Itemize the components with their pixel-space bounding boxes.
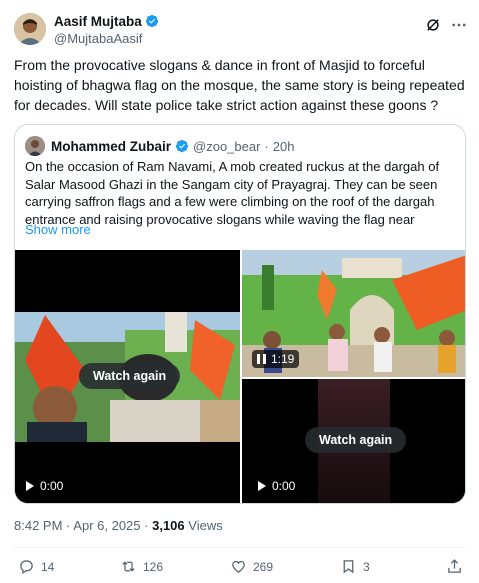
quote-header: Mohammed Zubair @zoo_bear · 20h	[25, 136, 294, 156]
repost-button[interactable]: 126	[120, 558, 163, 575]
video-2-duration[interactable]: 1:19	[252, 350, 300, 368]
watch-again-button[interactable]: Watch again	[79, 363, 181, 389]
views-label: Views	[188, 518, 223, 533]
video-1[interactable]: Watch again 0:00	[15, 250, 240, 503]
quote-separator: ·	[264, 138, 269, 154]
quote-time[interactable]: 20h	[273, 139, 295, 154]
video-1-duration[interactable]: 0:00	[25, 479, 63, 493]
tweet-date[interactable]: Apr 6, 2025	[73, 518, 140, 533]
meta-separator: ·	[66, 518, 71, 533]
tweet-text: From the provocative slogans & dance in …	[14, 57, 465, 113]
like-icon	[232, 560, 245, 573]
video-2[interactable]: 1:19	[242, 250, 465, 377]
meta-separator: ·	[144, 518, 149, 533]
like-button[interactable]: 269	[230, 558, 273, 575]
video-3[interactable]: Watch again 0:00	[242, 379, 465, 503]
grok-icon[interactable]	[424, 16, 442, 34]
quote-avatar[interactable]	[25, 136, 45, 156]
author-avatar[interactable]	[14, 13, 46, 45]
quoted-tweet[interactable]: Mohammed Zubair @zoo_bear · 20h On the o…	[14, 124, 466, 504]
share-icon	[448, 559, 461, 573]
media-grid: Watch again 0:00 1:19 Watch again 0:00	[15, 250, 465, 503]
reply-icon	[20, 560, 33, 575]
show-more-link[interactable]: Show more	[25, 222, 91, 237]
repost-icon	[122, 561, 135, 572]
reply-button[interactable]: 14	[18, 558, 54, 575]
pause-icon	[257, 354, 266, 364]
verified-badge-icon	[175, 139, 189, 153]
tweet-meta: 8:42 PM · Apr 6, 2025 · 3,106 Views	[14, 518, 223, 533]
divider	[14, 547, 466, 548]
more-icon[interactable]	[450, 16, 468, 34]
play-icon	[258, 481, 266, 491]
views-count: 3,106	[152, 518, 185, 533]
author-handle[interactable]: @MujtabaAasif	[54, 31, 159, 46]
verified-badge-icon	[145, 14, 159, 28]
video-3-duration[interactable]: 0:00	[257, 479, 295, 493]
bookmark-icon	[343, 560, 354, 574]
author-info: Aasif Mujtaba @MujtabaAasif	[54, 12, 159, 46]
watch-again-button[interactable]: Watch again	[305, 427, 407, 453]
play-icon	[26, 481, 34, 491]
quote-author-handle[interactable]: @zoo_bear	[193, 139, 260, 154]
bookmark-button[interactable]: 3	[340, 558, 370, 575]
quote-author-name[interactable]: Mohammed Zubair	[51, 139, 171, 154]
share-button[interactable]	[446, 558, 463, 575]
tweet-time[interactable]: 8:42 PM	[14, 518, 62, 533]
action-bar: 14 126 269 3	[0, 556, 479, 578]
tweet[interactable]: Aasif Mujtaba @MujtabaAasif From the pro…	[0, 0, 479, 583]
author-name[interactable]: Aasif Mujtaba	[54, 14, 142, 29]
quote-text: On the occasion of Ram Navami, A mob cre…	[25, 159, 440, 227]
